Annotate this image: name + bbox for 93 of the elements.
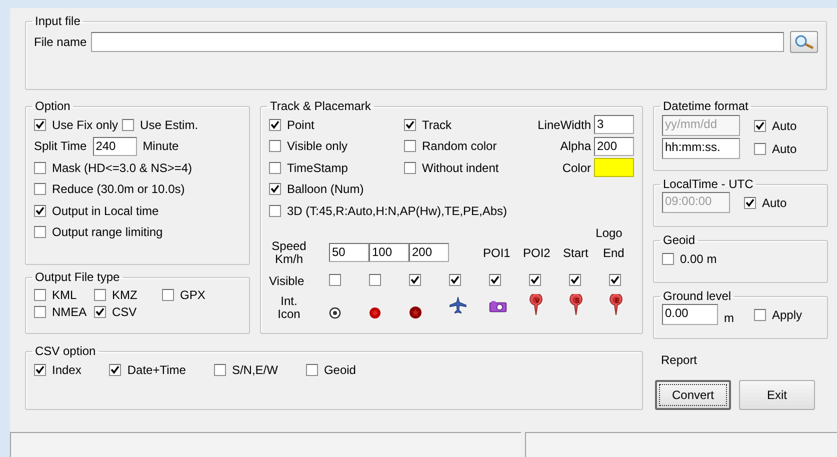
circle-icon xyxy=(369,306,381,318)
check-mark-icon xyxy=(270,120,280,130)
report-label: Report xyxy=(661,353,698,367)
checkbox[interactable]: Geoid xyxy=(306,363,356,377)
checkbox[interactable]: TimeStamp xyxy=(269,160,348,175)
target-icon xyxy=(329,306,341,318)
check-mark-icon xyxy=(570,275,580,285)
group-title: Input file xyxy=(34,14,82,28)
checkbox[interactable]: 3D (T:45,R:Auto,H:N,AP(Hw),TE,PE,Abs) xyxy=(269,204,508,218)
speed-label: Speed Km/h xyxy=(270,240,308,266)
check-mark-icon xyxy=(95,307,105,317)
checkbox[interactable]: Mask (HD<=3.0 & NS>=4) xyxy=(34,160,192,175)
visible-label: Visible xyxy=(269,274,306,288)
map-pin-icon xyxy=(529,294,543,316)
check-mark-icon xyxy=(110,365,120,375)
speed-field[interactable]: 200 xyxy=(409,243,449,262)
search-icon xyxy=(793,34,815,50)
check-mark-icon xyxy=(530,275,540,285)
format-field[interactable]: hh:mm:ss. xyxy=(662,138,740,159)
field-label: LineWidth xyxy=(538,118,591,132)
checkbox[interactable]: Use Fix only xyxy=(34,118,118,132)
checkbox[interactable]: Auto xyxy=(754,142,797,156)
checkbox[interactable]: Random color xyxy=(404,139,497,154)
airplane-icon xyxy=(449,294,467,314)
speed-field[interactable]: 50 xyxy=(329,243,369,262)
checkbox[interactable]: Balloon (Num) xyxy=(269,182,364,196)
checkbox[interactable]: Output in Local time xyxy=(34,204,159,218)
checkbox[interactable] xyxy=(449,274,461,286)
group-title: LocalTime - UTC xyxy=(662,177,754,191)
check-mark-icon xyxy=(745,198,755,208)
checkbox[interactable]: GPX xyxy=(162,288,222,302)
check-mark-icon xyxy=(270,184,280,194)
unit-label: Minute xyxy=(142,139,179,154)
check-mark-icon xyxy=(410,275,420,285)
group-title: Output File type xyxy=(34,270,121,284)
check-mark-icon xyxy=(35,206,45,216)
color-swatch[interactable] xyxy=(594,158,634,178)
check-mark-icon xyxy=(35,120,45,130)
unit-label: m xyxy=(724,310,734,325)
split-time-label: Split Time xyxy=(34,139,87,154)
checkbox[interactable] xyxy=(529,274,541,286)
map-pin-icon xyxy=(609,294,623,316)
group-title: Datetime format xyxy=(662,99,750,113)
checkbox[interactable]: KMZ xyxy=(94,288,162,302)
checkbox[interactable]: S/N,E/W xyxy=(214,363,278,377)
search-button[interactable] xyxy=(790,31,818,53)
column-header: End xyxy=(603,246,626,260)
logo-label: Logo xyxy=(594,226,624,240)
checkbox[interactable] xyxy=(569,274,581,286)
split-time-field[interactable]: 240 xyxy=(92,136,137,156)
checkbox[interactable] xyxy=(609,274,621,286)
speed-field[interactable]: 100 xyxy=(369,243,409,262)
number-field[interactable]: 3 xyxy=(594,115,634,134)
action-button[interactable]: Exit xyxy=(739,380,815,410)
group-title: Ground level xyxy=(662,289,732,303)
checkbox[interactable]: Date+Time xyxy=(109,363,186,377)
checkbox[interactable]: Track xyxy=(404,118,452,132)
checkbox[interactable] xyxy=(409,274,421,286)
group-title: Option xyxy=(34,99,72,113)
checkbox[interactable]: CSV xyxy=(94,305,162,319)
checkbox[interactable]: Visible only xyxy=(269,139,348,154)
check-mark-icon xyxy=(450,275,460,285)
group-title: Geoid xyxy=(662,233,696,247)
file-name-field[interactable] xyxy=(90,32,784,52)
checkbox[interactable]: Index xyxy=(34,363,82,377)
checkbox[interactable]: 0.00 m xyxy=(662,252,717,266)
file-name-label: File name xyxy=(34,35,87,49)
check-mark-icon xyxy=(405,120,415,130)
field-label: Alpha xyxy=(560,139,591,154)
group-title: CSV option xyxy=(34,344,97,358)
checkbox[interactable]: Without indent xyxy=(404,160,499,175)
ground-level-field[interactable]: 0.00 xyxy=(662,304,718,326)
checkbox[interactable]: Use Estim. xyxy=(122,118,198,132)
check-mark-icon xyxy=(755,120,765,130)
checkbox[interactable] xyxy=(329,274,341,286)
checkbox[interactable]: Output range limiting xyxy=(34,225,163,240)
checkbox[interactable]: Apply xyxy=(754,308,802,322)
check-mark-icon xyxy=(490,275,500,285)
icon-label: Int. Icon xyxy=(276,294,302,320)
checkbox[interactable] xyxy=(369,274,381,286)
star-icon xyxy=(409,306,422,318)
checkbox[interactable] xyxy=(489,274,501,286)
group-title: Track & Placemark xyxy=(269,99,372,113)
checkbox[interactable]: Reduce (30.0m or 10.0s) xyxy=(34,182,185,196)
number-field[interactable]: 200 xyxy=(594,136,634,156)
action-button[interactable]: Convert xyxy=(655,380,731,410)
check-mark-icon xyxy=(35,365,45,375)
checkbox[interactable]: NMEA xyxy=(34,305,94,319)
checkbox[interactable]: Point xyxy=(269,118,314,132)
map-pin-icon xyxy=(569,294,583,316)
field-label: Color xyxy=(562,160,591,175)
checkbox[interactable]: KML xyxy=(34,288,94,302)
check-mark-icon xyxy=(610,275,620,285)
